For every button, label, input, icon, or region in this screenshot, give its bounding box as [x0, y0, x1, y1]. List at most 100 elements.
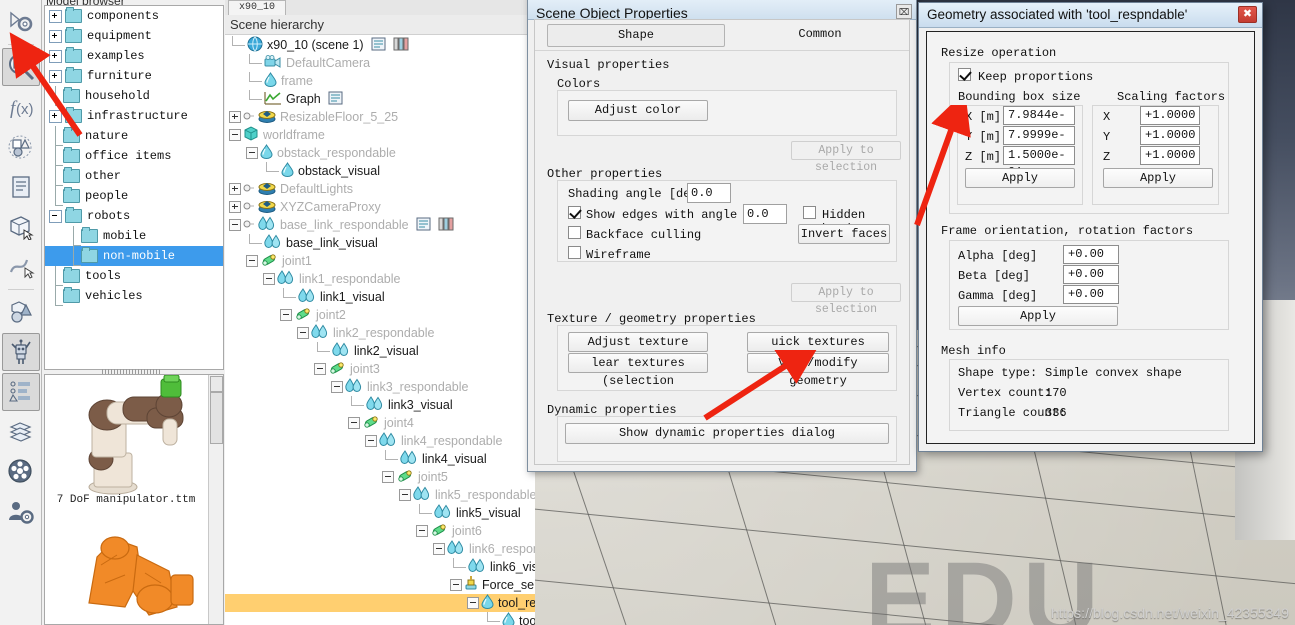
gamma-input[interactable]: +0.00 — [1063, 285, 1119, 304]
expander-icon[interactable] — [49, 49, 62, 63]
expander-icon[interactable] — [49, 109, 62, 123]
hierarchy-row-base-link-respondable[interactable]: base_link_respondable — [225, 216, 535, 234]
model-browser-preview[interactable]: 7 DoF manipulator.ttm — [44, 374, 224, 625]
expander-icon[interactable] — [348, 417, 360, 429]
scale-x-input[interactable]: +1.0000 — [1140, 106, 1200, 125]
expander-icon[interactable] — [297, 327, 309, 339]
scene-tab[interactable]: x90_10 — [228, 0, 287, 15]
hierarchy-row-link4-visual[interactable]: link4_visual — [225, 450, 535, 468]
apply-scaling-button[interactable]: Apply — [1103, 168, 1213, 188]
expander-icon[interactable] — [246, 147, 258, 159]
model-browser-item-equipment[interactable]: equipment — [45, 26, 223, 46]
model-browser-tree[interactable]: components equipment examples furniture hous… — [44, 5, 224, 370]
scene-tab-bar[interactable]: x90_10 — [225, 0, 535, 16]
hierarchy-row-graph[interactable]: Graph — [225, 90, 535, 108]
hierarchy-row-link1-visual[interactable]: link1_visual — [225, 288, 535, 306]
layers-icon[interactable] — [393, 37, 411, 54]
tab-common[interactable]: Common — [745, 24, 895, 47]
hierarchy-row-joint5[interactable]: joint5 — [225, 468, 535, 486]
orange-robot-thumbnail-icon[interactable] — [45, 515, 207, 625]
model-browser-toggle-icon[interactable] — [1, 48, 40, 86]
adjust-color-button[interactable]: Adjust color — [568, 100, 708, 121]
model-browser-item-nature[interactable]: nature — [45, 126, 223, 146]
wireframe-checkbox[interactable] — [568, 246, 581, 259]
expander-icon[interactable] — [229, 183, 241, 195]
expander-icon[interactable] — [229, 219, 241, 231]
hierarchy-row-link5-visual[interactable]: link5_visual — [225, 504, 535, 522]
alpha-input[interactable]: +0.00 — [1063, 245, 1119, 264]
clear-textures-button[interactable]: lear textures (selection — [568, 353, 708, 388]
expander-icon[interactable] — [246, 255, 258, 267]
hierarchy-row-joint4[interactable]: joint4 — [225, 414, 535, 432]
scale-y-input[interactable]: +1.0000 — [1140, 126, 1200, 145]
close-icon[interactable]: ✖ — [1238, 6, 1257, 23]
invert-faces-button[interactable]: Invert faces — [798, 224, 890, 244]
function-fx-icon[interactable]: f (x) — [2, 88, 40, 126]
geometry-dialog-titlebar[interactable]: Geometry associated with 'tool_respndabl… — [919, 3, 1262, 28]
hierarchy-row-link2-visual[interactable]: link2_visual — [225, 342, 535, 360]
video-recorder-icon[interactable] — [2, 453, 40, 491]
scroll-up-arrow-icon[interactable] — [210, 376, 223, 392]
expander-icon[interactable] — [49, 209, 62, 223]
layers-icon[interactable] — [438, 217, 456, 234]
primitive-shapes-icon[interactable] — [2, 293, 40, 331]
apply-bounding-box-button[interactable]: Apply — [965, 168, 1075, 188]
model-browser-item-non-mobile[interactable]: non-mobile — [45, 246, 223, 266]
expander-icon[interactable] — [416, 525, 428, 537]
hierarchy-row-defaultcamera[interactable]: DefaultCamera — [225, 54, 535, 72]
hierarchy-row-x90-10-scene-1-[interactable]: x90_10 (scene 1) — [225, 36, 535, 54]
expander-icon[interactable] — [229, 111, 241, 123]
expander-icon[interactable] — [331, 381, 343, 393]
robot-icon[interactable] — [1, 333, 40, 371]
hierarchy-row-force-sensor[interactable]: Force_sensor — [225, 576, 535, 594]
expander-icon[interactable] — [49, 69, 62, 83]
hierarchy-row-link2-respondable[interactable]: link2_respondable — [225, 324, 535, 342]
shading-angle-input[interactable]: 0.0 — [687, 183, 731, 203]
model-browser-scrollbar[interactable] — [208, 375, 223, 624]
hierarchy-row-xyzcameraproxy[interactable]: XYZCameraProxy — [225, 198, 535, 216]
close-icon[interactable]: ⌧ — [896, 4, 912, 19]
hierarchy-row-joint2[interactable]: joint2 — [225, 306, 535, 324]
hierarchy-row-obstack-respondable[interactable]: obstack_respondable — [225, 144, 535, 162]
model-browser-item-other[interactable]: other — [45, 166, 223, 186]
hierarchy-row-worldframe[interactable]: worldframe — [225, 126, 535, 144]
hierarchy-row-joint6[interactable]: joint6 — [225, 522, 535, 540]
script-icon[interactable] — [327, 91, 344, 108]
model-browser-item-vehicles[interactable]: vehicles — [45, 286, 223, 306]
layers-icon[interactable] — [2, 413, 40, 451]
bbox-x-input[interactable]: 7.9844e-02 — [1003, 106, 1075, 139]
geometry-dialog[interactable]: Geometry associated with 'tool_respndabl… — [918, 2, 1263, 452]
bbox-z-input[interactable]: 1.5000e-01 — [1003, 146, 1075, 179]
hierarchy-row-link6-visual[interactable]: link6_visual — [225, 558, 535, 576]
collection-icon[interactable] — [2, 128, 40, 166]
model-browser-item-infrastructure[interactable]: infrastructure — [45, 106, 223, 126]
expander-icon[interactable] — [229, 201, 241, 213]
hierarchy-row-joint1[interactable]: joint1 — [225, 252, 535, 270]
hierarchy-row-joint3[interactable]: joint3 — [225, 360, 535, 378]
apply-to-selection-button-1[interactable]: Apply to selection — [791, 141, 901, 174]
expander-icon[interactable] — [49, 29, 62, 43]
apply-orientation-button[interactable]: Apply — [958, 306, 1118, 326]
view-modify-geometry-button[interactable]: View/modify geometry — [747, 353, 889, 388]
hierarchy-row-frame[interactable]: frame — [225, 72, 535, 90]
expander-icon[interactable] — [365, 435, 377, 447]
script-icon[interactable] — [2, 168, 40, 206]
expander-icon[interactable] — [49, 9, 62, 23]
path-edit-icon[interactable] — [2, 248, 40, 286]
model-browser-item-furniture[interactable]: furniture — [45, 66, 223, 86]
shape-common-tabs[interactable]: Shape Common — [535, 20, 909, 51]
hierarchy-row-link5-respondable[interactable]: link5_respondable — [225, 486, 535, 504]
beta-input[interactable]: +0.00 — [1063, 265, 1119, 284]
backface-culling-checkbox[interactable] — [568, 226, 581, 239]
expander-icon[interactable] — [433, 543, 445, 555]
model-browser-item-household[interactable]: household — [45, 86, 223, 106]
show-dynamic-properties-button[interactable]: Show dynamic properties dialog — [565, 423, 889, 444]
hierarchy-row-tool-visual[interactable]: tool_visual — [225, 612, 535, 625]
expander-icon[interactable] — [399, 489, 411, 501]
expander-icon[interactable] — [467, 597, 479, 609]
model-browser-item-examples[interactable]: examples — [45, 46, 223, 66]
hierarchy-row-link3-respondable[interactable]: link3_respondable — [225, 378, 535, 396]
model-browser-item-components[interactable]: components — [45, 6, 223, 26]
adjust-texture-button[interactable]: Adjust texture — [568, 332, 708, 352]
expander-icon[interactable] — [314, 363, 326, 375]
